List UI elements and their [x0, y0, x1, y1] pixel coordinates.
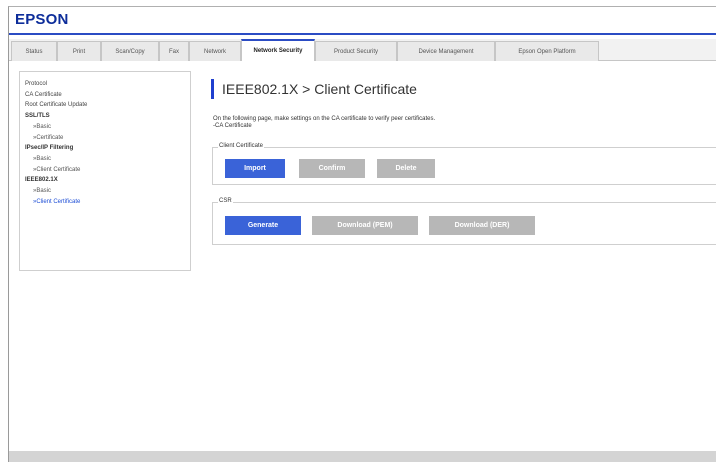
sidebar-item-ipsec-client-certificate[interactable]: »Client Certificate: [25, 165, 190, 176]
description-subline: -CA Certificate: [213, 123, 252, 129]
sidebar-group-ipsec: IPsec/IP Filtering: [25, 145, 74, 152]
footer-bar: [9, 451, 716, 462]
tab-network[interactable]: Network: [189, 41, 241, 61]
download-der-button[interactable]: Download (DER): [429, 216, 535, 235]
sidebar-item-ieee-client-certificate[interactable]: »Client Certificate: [25, 197, 190, 208]
content-area: Protocol CA Certificate Root Certificate…: [9, 61, 716, 451]
header-divider: [9, 33, 716, 35]
sidebar-item-ieee-basic[interactable]: »Basic: [25, 186, 190, 197]
page-header: IEEE802.1X > Client Certificate: [211, 79, 417, 99]
tab-product-security[interactable]: Product Security: [315, 41, 397, 61]
epson-logo: EPSON: [15, 11, 69, 28]
sidebar-item-ssl-certificate[interactable]: »Certificate: [25, 133, 190, 144]
sidebar-item-root-certificate-update[interactable]: Root Certificate Update: [25, 100, 190, 111]
sidebar-group-ssl-tls: SSL/TLS: [25, 113, 50, 120]
sidebar-menu: Protocol CA Certificate Root Certificate…: [19, 71, 191, 271]
csr-section: CSR Generate Download (PEM) Download (DE…: [212, 198, 716, 245]
description-line: On the following page, make settings on …: [213, 116, 436, 122]
generate-button[interactable]: Generate: [225, 216, 301, 235]
csr-legend: CSR: [218, 198, 233, 204]
client-certificate-legend: Client Certificate: [218, 143, 265, 149]
page-title: IEEE802.1X > Client Certificate: [222, 81, 417, 97]
sidebar-item-ssl-basic[interactable]: »Basic: [25, 122, 190, 133]
sidebar-item-ca-certificate[interactable]: CA Certificate: [25, 90, 190, 101]
tab-epson-open-platform[interactable]: Epson Open Platform: [495, 41, 599, 61]
tab-bar: Status Print Scan/Copy Fax Network Netwo…: [11, 39, 599, 61]
page-description: On the following page, make settings on …: [213, 116, 435, 130]
import-button[interactable]: Import: [225, 159, 285, 178]
client-certificate-section: Client Certificate Import Confirm Delete: [212, 143, 716, 185]
tab-network-security[interactable]: Network Security: [241, 39, 315, 61]
tab-fax[interactable]: Fax: [159, 41, 189, 61]
download-pem-button[interactable]: Download (PEM): [312, 216, 418, 235]
sidebar-group-ieee8021x: IEEE802.1X: [25, 177, 58, 184]
browser-frame: EPSON Status Print Scan/Copy Fax Network…: [8, 6, 716, 462]
confirm-button[interactable]: Confirm: [299, 159, 365, 178]
main-panel: IEEE802.1X > Client Certificate On the f…: [201, 61, 716, 451]
delete-button[interactable]: Delete: [377, 159, 435, 178]
tab-device-management[interactable]: Device Management: [397, 41, 495, 61]
tab-print[interactable]: Print: [57, 41, 101, 61]
sidebar-item-ipsec-basic[interactable]: »Basic: [25, 154, 190, 165]
tab-status[interactable]: Status: [11, 41, 57, 61]
tab-scan-copy[interactable]: Scan/Copy: [101, 41, 159, 61]
title-accent-bar: [211, 79, 214, 99]
sidebar-item-protocol[interactable]: Protocol: [25, 79, 190, 90]
